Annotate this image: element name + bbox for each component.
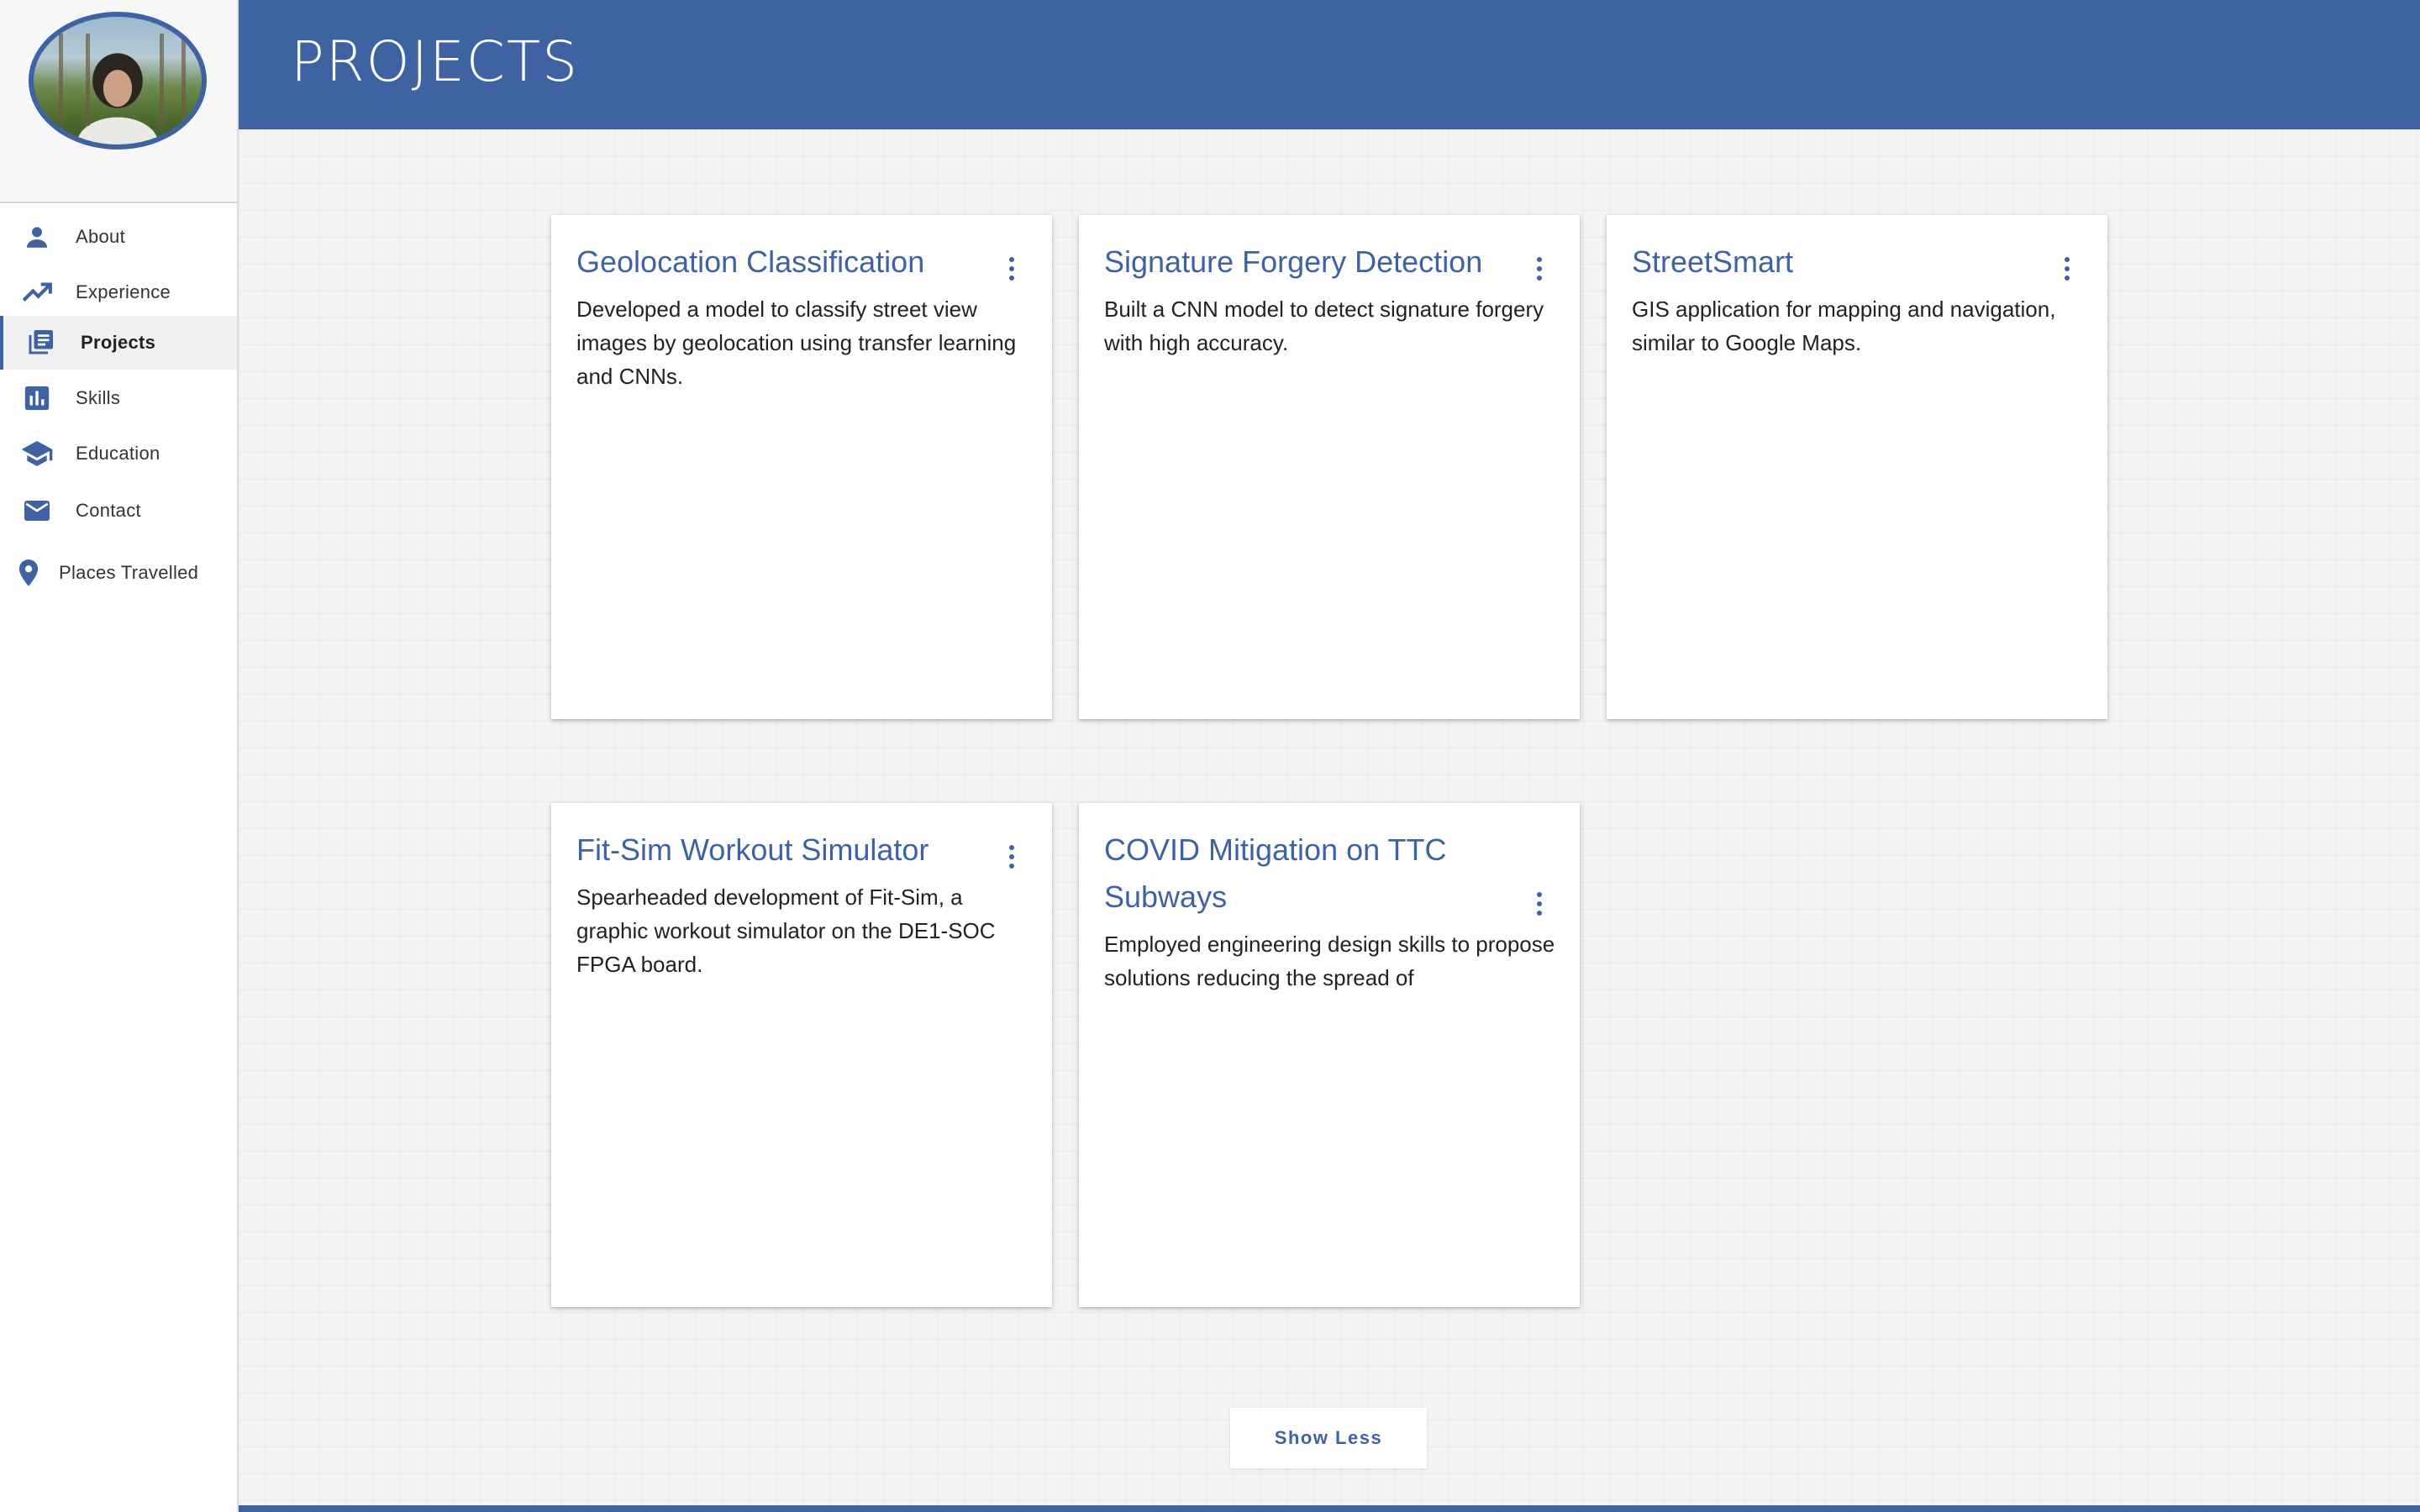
more-vert-icon[interactable] bbox=[1003, 254, 1020, 284]
more-vert-icon[interactable] bbox=[2059, 254, 2075, 284]
sidebar-item-experience[interactable]: Experience bbox=[0, 265, 237, 319]
project-card[interactable]: COVID Mitigation on TTC Subways Employed… bbox=[1079, 803, 1580, 1307]
project-description: GIS application for mapping and navigati… bbox=[1632, 297, 2056, 355]
sidebar-item-about[interactable]: About bbox=[0, 210, 237, 264]
project-card[interactable]: Geolocation Classification Developed a m… bbox=[551, 215, 1052, 719]
show-less-button[interactable]: Show Less bbox=[1230, 1408, 1427, 1468]
trending-up-icon bbox=[20, 276, 54, 309]
more-vert-icon[interactable] bbox=[1003, 842, 1020, 872]
project-title: Geolocation Classification bbox=[576, 244, 925, 279]
more-vert-icon[interactable] bbox=[1531, 889, 1548, 919]
project-title: StreetSmart bbox=[1632, 244, 1794, 279]
sidebar-item-skills[interactable]: Skills bbox=[0, 371, 237, 425]
project-card[interactable]: Signature Forgery Detection Built a CNN … bbox=[1079, 215, 1580, 719]
sidebar-item-label: Experience bbox=[76, 281, 171, 302]
sidebar-item-label: Education bbox=[76, 443, 160, 464]
page-title: PROJECTS bbox=[291, 29, 580, 94]
sidebar-item-places-travelled[interactable]: Places Travelled bbox=[0, 546, 237, 600]
sidebar-item-label: Skills bbox=[76, 387, 121, 408]
project-card[interactable]: StreetSmart GIS application for mapping … bbox=[1607, 215, 2107, 719]
library-books-icon bbox=[24, 326, 57, 360]
project-title: Fit-Sim Workout Simulator bbox=[576, 832, 929, 867]
mail-icon bbox=[20, 494, 54, 528]
sidebar-item-label: Contact bbox=[76, 500, 141, 521]
project-title: COVID Mitigation on TTC Subways bbox=[1104, 832, 1447, 914]
bar-chart-icon bbox=[20, 381, 54, 415]
footer-strip bbox=[239, 1505, 2420, 1512]
sidebar: About Experience Projects Skills Educati… bbox=[0, 0, 239, 1512]
profile-area bbox=[0, 0, 237, 203]
more-vert-icon[interactable] bbox=[1531, 254, 1548, 284]
sidebar-item-education[interactable]: Education bbox=[0, 427, 237, 480]
projects-grid: Geolocation Classification Developed a m… bbox=[239, 129, 2420, 1512]
person-icon bbox=[20, 220, 54, 254]
sidebar-item-projects[interactable]: Projects bbox=[0, 316, 237, 370]
project-description: Employed engineering design skills to pr… bbox=[1104, 932, 1555, 990]
sidebar-item-contact[interactable]: Contact bbox=[0, 484, 237, 538]
sidebar-item-label: Places Travelled bbox=[59, 562, 199, 583]
sidebar-item-label: Projects bbox=[81, 332, 156, 353]
project-description: Spearheaded development of Fit-Sim, a gr… bbox=[576, 885, 996, 977]
project-description: Built a CNN model to detect signature fo… bbox=[1104, 297, 1544, 355]
project-description: Developed a model to classify street vie… bbox=[576, 297, 1017, 389]
graduation-cap-icon bbox=[20, 437, 54, 470]
sidebar-item-label: About bbox=[76, 226, 125, 247]
avatar bbox=[29, 12, 207, 150]
page-header: PROJECTS bbox=[239, 0, 2420, 129]
project-title: Signature Forgery Detection bbox=[1104, 244, 1483, 279]
project-card[interactable]: Fit-Sim Workout Simulator Spearheaded de… bbox=[551, 803, 1052, 1307]
location-pin-icon bbox=[12, 556, 45, 590]
